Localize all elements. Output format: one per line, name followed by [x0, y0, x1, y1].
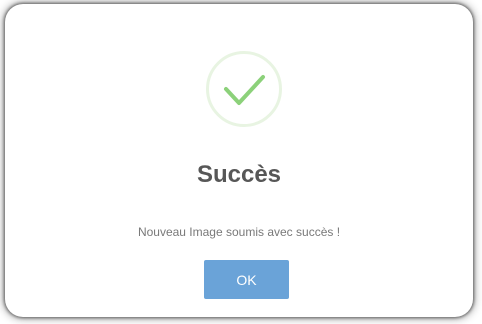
dialog-title: Succès	[196, 161, 282, 188]
dialog-message: Nouveau Image soumis avec succès !	[137, 225, 341, 239]
ok-button[interactable]: OK	[204, 260, 289, 299]
page: Succès Nouveau Image soumis avec succès …	[0, 0, 482, 324]
checkmark-icon	[224, 75, 265, 105]
success-dialog: Succès Nouveau Image soumis avec succès …	[5, 4, 473, 317]
success-check-icon	[206, 51, 282, 127]
